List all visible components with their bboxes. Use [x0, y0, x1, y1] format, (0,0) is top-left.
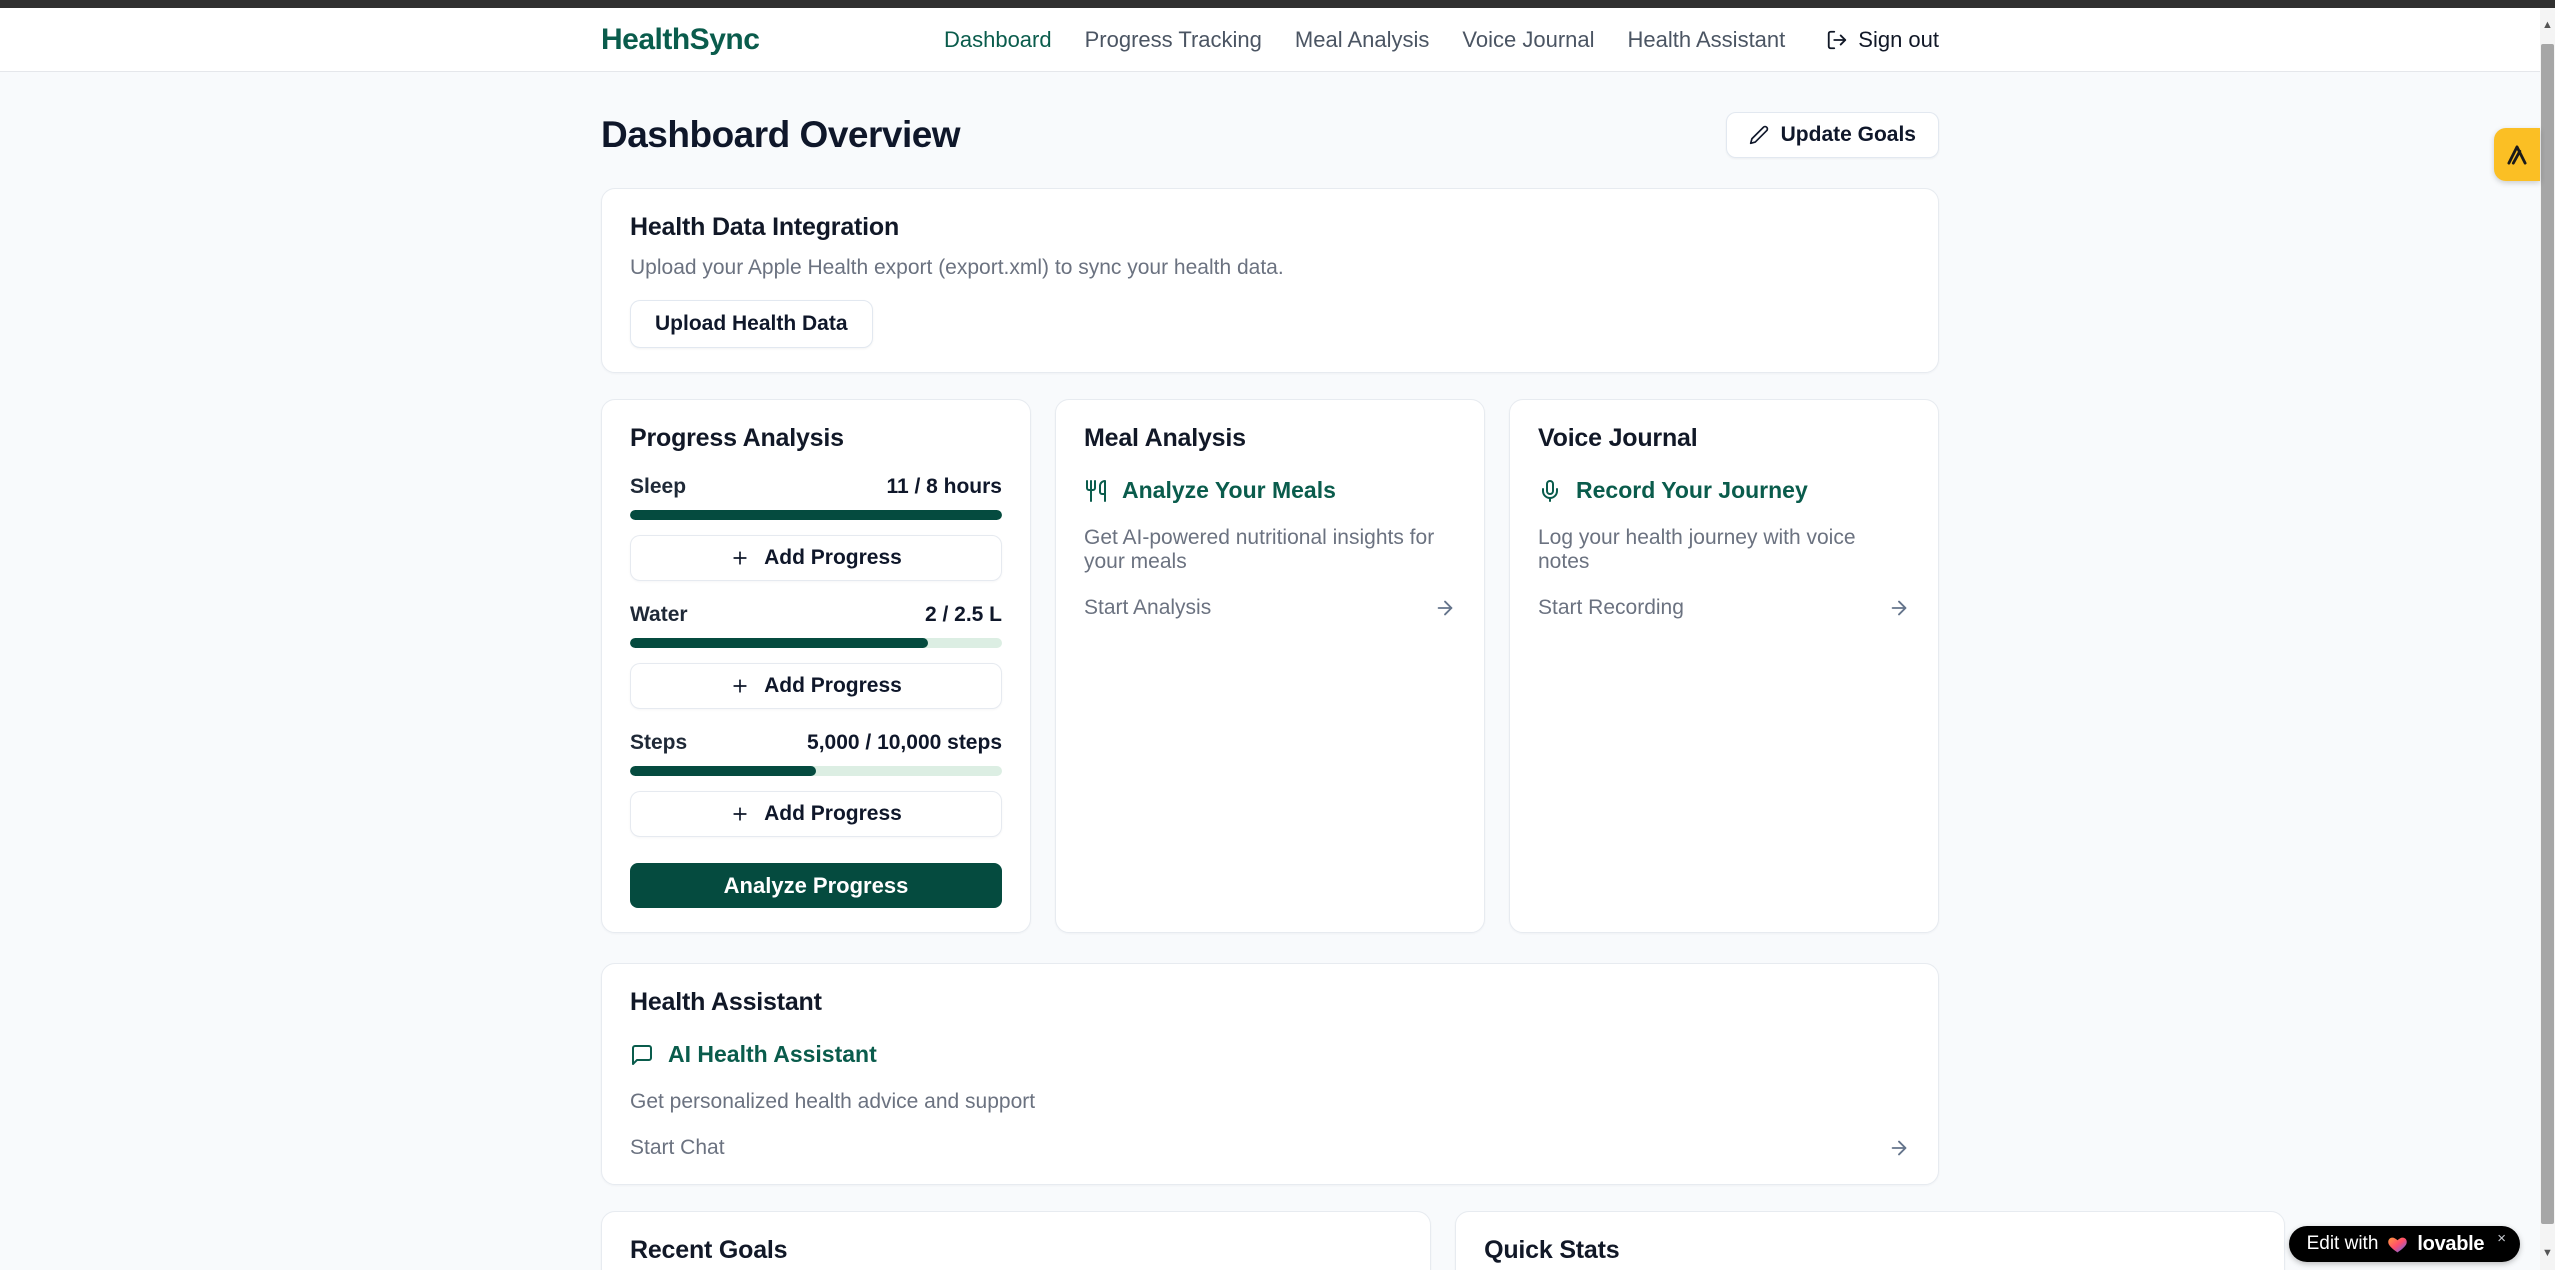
- start-recording-label: Start Recording: [1538, 596, 1684, 620]
- add-progress-label: Add Progress: [764, 674, 902, 698]
- page-title: Dashboard Overview: [601, 114, 960, 156]
- meal-analysis-card: Meal Analysis Analyze Your Meals Get AI-…: [1055, 399, 1485, 933]
- add-progress-steps-button[interactable]: Add Progress: [630, 791, 1002, 837]
- nav-progress-tracking[interactable]: Progress Tracking: [1085, 27, 1262, 53]
- lovable-edit-fab[interactable]: [2494, 128, 2540, 181]
- start-analysis-link[interactable]: Start Analysis: [1084, 596, 1456, 620]
- utensils-icon: [1084, 479, 1108, 503]
- window-top-edge: [0, 0, 2555, 8]
- health-data-integration-card: Health Data Integration Upload your Appl…: [601, 188, 1939, 373]
- ai-health-assistant-link[interactable]: AI Health Assistant: [630, 1041, 1910, 1068]
- ai-health-assistant-label: AI Health Assistant: [668, 1041, 877, 1068]
- health-assistant-card: Health Assistant AI Health Assistant Get…: [601, 963, 1939, 1185]
- metric-label: Water: [630, 603, 688, 627]
- lovable-tool-icon: [2504, 142, 2530, 168]
- analyze-your-meals-label: Analyze Your Meals: [1122, 477, 1336, 504]
- arrow-right-icon: [1888, 1137, 1910, 1159]
- start-chat-link[interactable]: Start Chat: [630, 1136, 1910, 1160]
- progress-analysis-card: Progress Analysis Sleep 11 / 8 hours Add…: [601, 399, 1031, 933]
- log-out-icon: [1826, 29, 1848, 51]
- upload-health-data-button[interactable]: Upload Health Data: [630, 300, 873, 348]
- sign-out-button[interactable]: Sign out: [1826, 27, 1939, 53]
- update-goals-label: Update Goals: [1781, 123, 1916, 147]
- metric-label: Sleep: [630, 475, 686, 499]
- scrollbar-thumb[interactable]: [2541, 44, 2554, 1224]
- progress-bar-track: [630, 638, 1002, 648]
- badge-close-icon[interactable]: ×: [2497, 1230, 2506, 1247]
- metric-water: Water 2 / 2.5 L Add Progress: [630, 603, 1002, 709]
- progress-analysis-title: Progress Analysis: [630, 424, 1002, 453]
- progress-bar-track: [630, 766, 1002, 776]
- badge-prefix: Edit with: [2307, 1233, 2379, 1255]
- progress-bar-fill: [630, 766, 816, 776]
- progress-bar-track: [630, 510, 1002, 520]
- sign-out-label: Sign out: [1858, 27, 1939, 53]
- voice-journal-card: Voice Journal Record Your Journey Log yo…: [1509, 399, 1939, 933]
- microphone-icon: [1538, 479, 1562, 503]
- add-progress-water-button[interactable]: Add Progress: [630, 663, 1002, 709]
- scrollbar-down-arrow[interactable]: ▼: [2540, 1236, 2555, 1270]
- metric-steps: Steps 5,000 / 10,000 steps Add Progress: [630, 731, 1002, 837]
- health-data-title: Health Data Integration: [630, 213, 1910, 242]
- progress-bar-fill: [630, 510, 1002, 520]
- arrow-right-icon: [1434, 597, 1456, 619]
- analyze-your-meals-link[interactable]: Analyze Your Meals: [1084, 477, 1456, 504]
- metric-label: Steps: [630, 731, 687, 755]
- add-progress-label: Add Progress: [764, 802, 902, 826]
- quick-stats-title: Quick Stats: [1484, 1236, 2256, 1265]
- arrow-right-icon: [1888, 597, 1910, 619]
- lovable-heart-icon: [2387, 1234, 2408, 1255]
- badge-brand: lovable: [2417, 1233, 2484, 1256]
- start-analysis-label: Start Analysis: [1084, 596, 1211, 620]
- nav-dashboard[interactable]: Dashboard: [944, 27, 1052, 53]
- vertical-scrollbar[interactable]: ▲ ▼: [2540, 8, 2555, 1270]
- chat-bubble-icon: [630, 1043, 654, 1067]
- plus-icon: [730, 676, 750, 696]
- metric-sleep: Sleep 11 / 8 hours Add Progress: [630, 475, 1002, 581]
- add-progress-label: Add Progress: [764, 546, 902, 570]
- health-assistant-title: Health Assistant: [630, 988, 1910, 1017]
- start-recording-link[interactable]: Start Recording: [1538, 596, 1910, 620]
- nav-meal-analysis[interactable]: Meal Analysis: [1295, 27, 1430, 53]
- voice-journal-title: Voice Journal: [1538, 424, 1910, 453]
- progress-bar-fill: [630, 638, 928, 648]
- app-window: HealthSync Dashboard Progress Tracking M…: [0, 0, 2555, 1270]
- voice-journal-description: Log your health journey with voice notes: [1538, 526, 1910, 574]
- plus-icon: [730, 548, 750, 568]
- main-nav: Dashboard Progress Tracking Meal Analysi…: [944, 27, 1939, 53]
- main-content: Dashboard Overview Update Goals Health D…: [601, 72, 1939, 1270]
- pencil-icon: [1749, 125, 1769, 145]
- nav-voice-journal[interactable]: Voice Journal: [1462, 27, 1594, 53]
- analyze-progress-button[interactable]: Analyze Progress: [630, 863, 1002, 908]
- record-your-journey-label: Record Your Journey: [1576, 477, 1808, 504]
- health-data-description: Upload your Apple Health export (export.…: [630, 256, 1910, 280]
- browser-viewport: HealthSync Dashboard Progress Tracking M…: [0, 8, 2540, 1270]
- health-assistant-description: Get personalized health advice and suppo…: [630, 1090, 1910, 1114]
- brand-logo[interactable]: HealthSync: [601, 23, 759, 57]
- recent-goals-card: Recent Goals Select Date Today Yesterday…: [601, 1211, 1431, 1270]
- plus-icon: [730, 804, 750, 824]
- edit-with-lovable-badge[interactable]: Edit with lovable ×: [2289, 1226, 2520, 1262]
- scrollbar-up-arrow[interactable]: ▲: [2540, 8, 2555, 42]
- update-goals-button[interactable]: Update Goals: [1726, 112, 1939, 158]
- recent-goals-title: Recent Goals: [630, 1236, 1402, 1265]
- metric-value: 11 / 8 hours: [886, 475, 1002, 499]
- metric-value: 5,000 / 10,000 steps: [807, 731, 1002, 755]
- meal-analysis-description: Get AI-powered nutritional insights for …: [1084, 526, 1456, 574]
- meal-analysis-title: Meal Analysis: [1084, 424, 1456, 453]
- record-your-journey-link[interactable]: Record Your Journey: [1538, 477, 1910, 504]
- metric-value: 2 / 2.5 L: [925, 603, 1002, 627]
- start-chat-label: Start Chat: [630, 1136, 725, 1160]
- app-header: HealthSync Dashboard Progress Tracking M…: [0, 8, 2540, 72]
- add-progress-sleep-button[interactable]: Add Progress: [630, 535, 1002, 581]
- nav-health-assistant[interactable]: Health Assistant: [1628, 27, 1786, 53]
- quick-stats-card: Quick Stats Select Date Today Yesterday …: [1455, 1211, 2285, 1270]
